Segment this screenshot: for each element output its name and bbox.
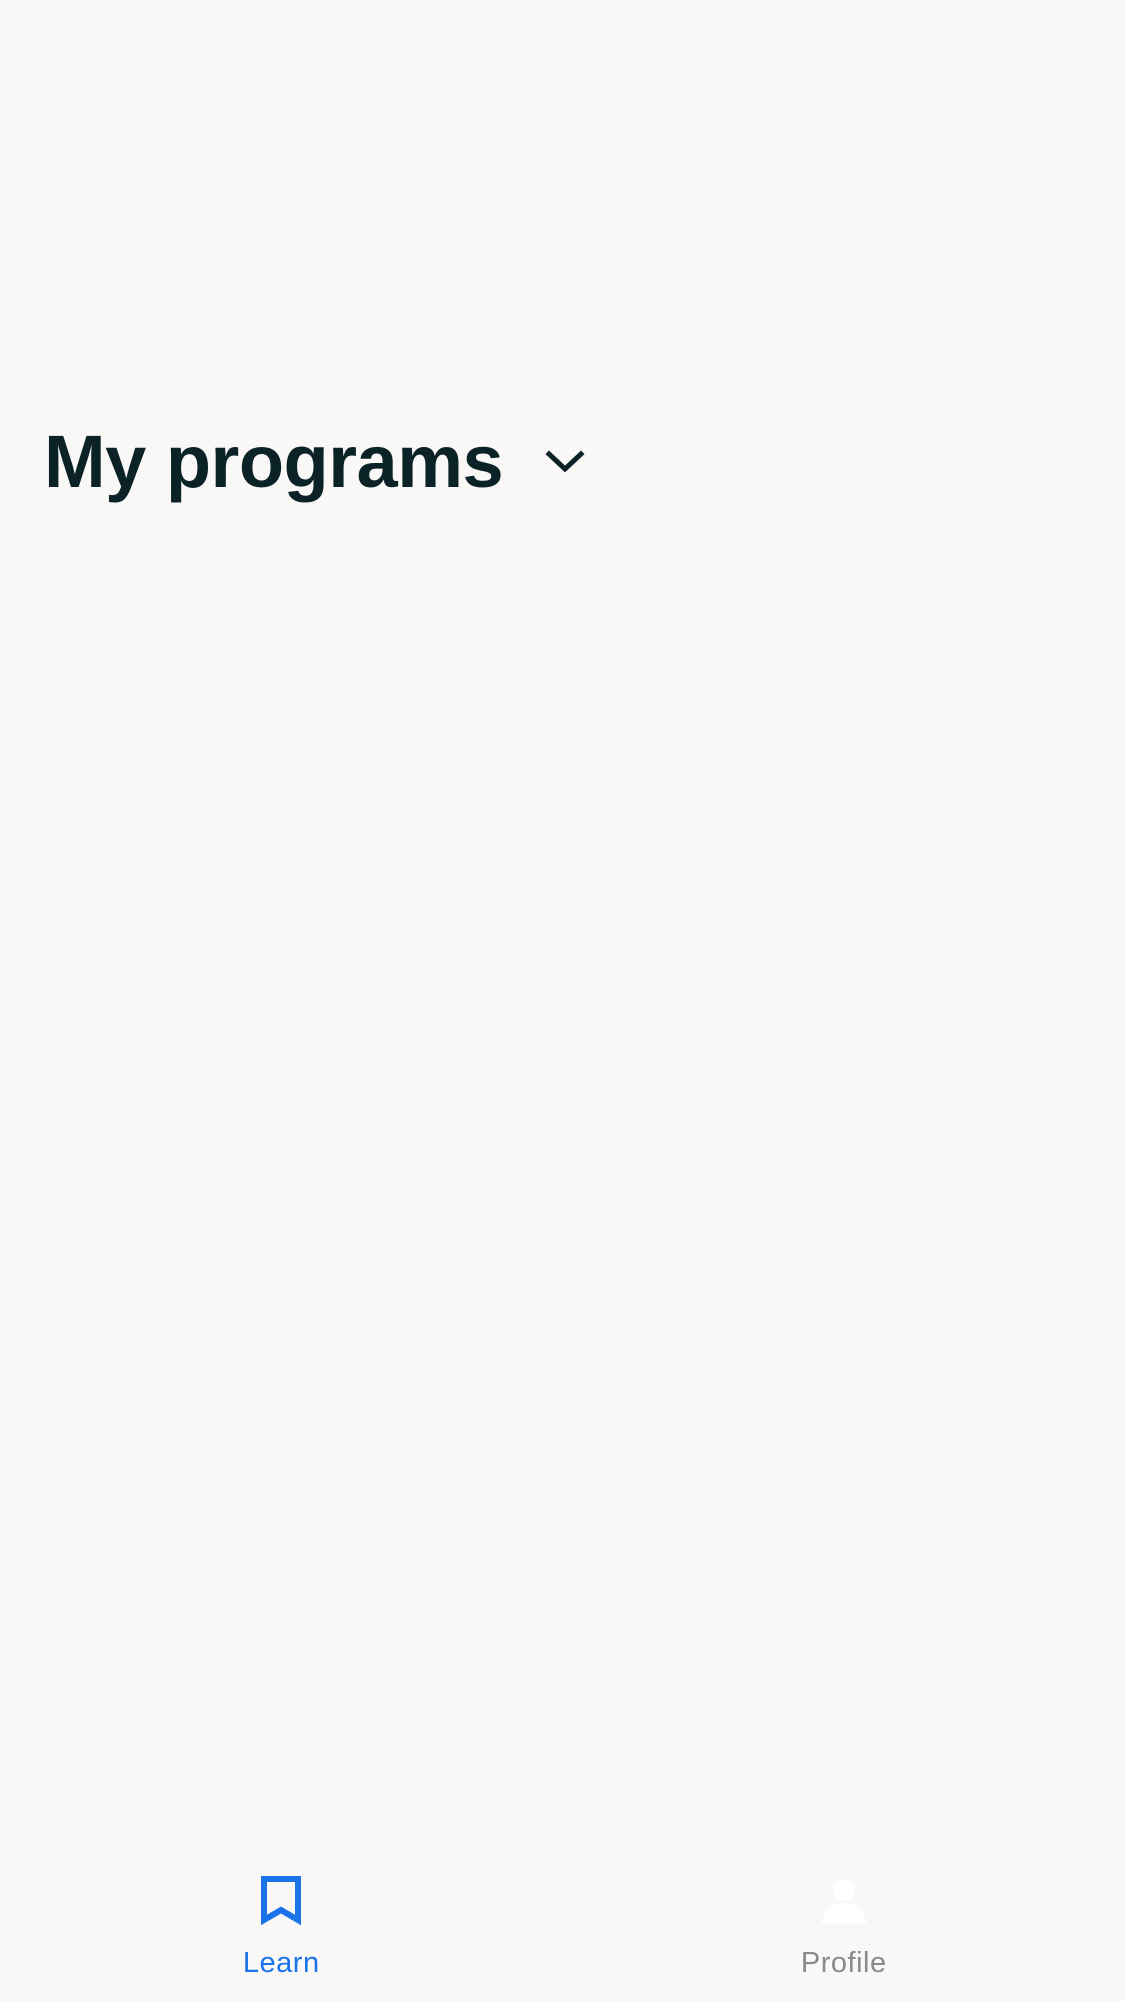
chevron-down-icon <box>545 450 585 473</box>
tab-learn[interactable]: Learn <box>0 1871 563 2001</box>
page-header: My programs <box>44 425 587 499</box>
tab-learn-label: Learn <box>242 1947 320 1979</box>
user-icon <box>814 1871 874 1931</box>
tab-profile[interactable]: Profile <box>563 1871 1125 2001</box>
bottom-tab-bar: Learn Profile <box>0 1871 1125 2001</box>
page-title: My programs <box>44 420 504 503</box>
bookmark-icon <box>251 1871 311 1931</box>
tab-profile-label: Profile <box>800 1947 887 1979</box>
programs-dropdown-button[interactable] <box>543 440 587 484</box>
